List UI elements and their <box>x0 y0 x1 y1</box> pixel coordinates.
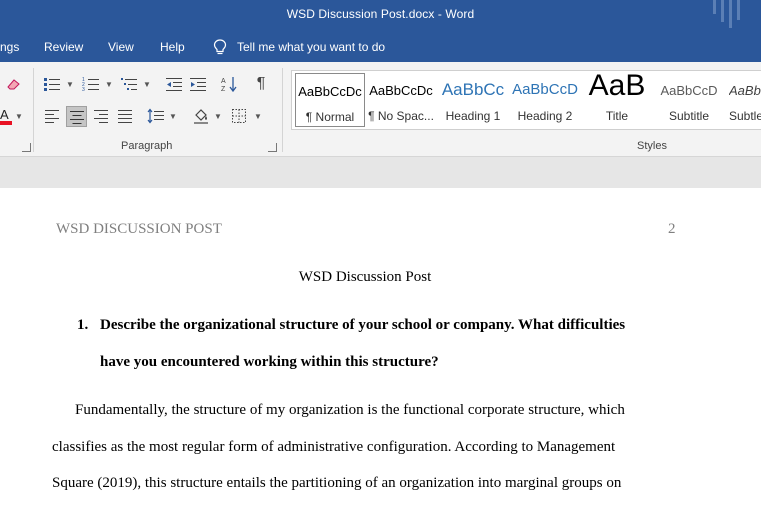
align-center-button[interactable] <box>66 106 87 127</box>
tell-me-text: Tell me what you want to do <box>237 40 386 54</box>
svg-text:3: 3 <box>82 87 85 92</box>
borders-icon <box>232 109 246 123</box>
body-text-line: classifies as the most regular form of a… <box>52 439 616 455</box>
style-no-spacing[interactable]: AaBbCcDc ¶ No Spac... <box>365 71 437 129</box>
borders-dropdown-icon[interactable]: ▼ <box>254 112 262 121</box>
style-name: Subtitle <box>668 109 710 123</box>
font-color-icon: A <box>0 107 12 125</box>
question-line: have you encountered working within this… <box>100 354 439 370</box>
style-subtle-emphasis[interactable]: AaBbCcl Subtle <box>725 71 761 129</box>
style-preview: AaBbCcD <box>512 81 578 98</box>
styles-group-label: Styles <box>637 140 667 152</box>
style-name: ¶ No Spac... <box>368 109 434 123</box>
title-bar: WSD Discussion Post.docx - Word <box>0 0 761 32</box>
sort-icon: A Z <box>221 77 237 93</box>
multilevel-dropdown-icon[interactable]: ▼ <box>143 80 151 89</box>
shading-button[interactable] <box>191 106 211 126</box>
font-color-button[interactable]: A <box>0 106 14 126</box>
align-left-icon <box>45 110 59 123</box>
group-separator <box>282 68 283 152</box>
paragraph-group-label: Paragraph <box>121 140 173 152</box>
align-right-button[interactable] <box>91 106 111 126</box>
tab-mailings[interactable]: ngs <box>0 40 19 54</box>
decrease-indent-icon <box>166 78 182 91</box>
clear-formatting-button[interactable] <box>4 74 24 94</box>
style-name: Subtle <box>729 109 761 123</box>
style-name: Heading 2 <box>517 109 573 123</box>
increase-indent-icon <box>190 78 206 91</box>
ribbon-tabs: ngs Review View Help Tell me what you wa… <box>0 32 761 62</box>
paragraph-dialog-launcher[interactable] <box>268 143 277 152</box>
lightbulb-icon <box>213 39 227 55</box>
ribbon: A ▼ ▼ 1 2 3 ▼ ▼ A Z ¶ ▼ ▼ ▼ Paragraph Aa… <box>0 62 761 157</box>
style-preview: AaB <box>588 71 646 102</box>
multilevel-list-icon <box>121 78 137 90</box>
tab-view[interactable]: View <box>108 40 134 54</box>
question-line: Describe the organizational structure of… <box>100 317 626 333</box>
style-subtitle[interactable]: AaBbCcD Subtitle <box>653 71 725 129</box>
style-preview: AaBbCc <box>441 80 505 99</box>
body-text-line: Fundamentally, the structure of my organ… <box>75 402 625 418</box>
running-header: WSD DISCUSSION POST <box>56 221 222 237</box>
tab-review[interactable]: Review <box>44 40 83 54</box>
shading-dropdown-icon[interactable]: ▼ <box>214 112 222 121</box>
style-name: ¶ Normal <box>305 110 355 124</box>
style-heading-1[interactable]: AaBbCc Heading 1 <box>437 71 509 129</box>
numbering-icon: 1 2 3 <box>82 77 99 92</box>
numbering-button[interactable]: 1 2 3 <box>81 74 101 94</box>
svg-text:Z: Z <box>221 86 226 93</box>
group-separator <box>33 68 34 152</box>
align-right-icon <box>94 110 108 123</box>
style-normal[interactable]: AaBbCcDc ¶ Normal <box>295 73 365 127</box>
style-name: Title <box>605 109 629 123</box>
tell-me-search[interactable]: Tell me what you want to do <box>213 39 385 55</box>
line-spacing-button[interactable] <box>146 106 166 126</box>
style-preview: AaBbCcl <box>729 83 761 98</box>
document-title: WSD Discussion Post <box>298 269 432 285</box>
style-preview: AaBbCcDc <box>298 84 362 99</box>
borders-button[interactable] <box>229 106 249 126</box>
question-number: 1. <box>77 317 89 333</box>
justify-icon <box>118 110 132 123</box>
bullets-icon <box>44 78 60 91</box>
justify-button[interactable] <box>115 106 135 126</box>
paint-bucket-icon <box>194 109 208 124</box>
multilevel-list-button[interactable] <box>119 74 139 94</box>
increase-indent-button[interactable] <box>188 74 208 94</box>
style-title[interactable]: AaB Title <box>581 71 653 129</box>
line-spacing-dropdown-icon[interactable]: ▼ <box>169 112 177 121</box>
show-hide-formatting-button[interactable]: ¶ <box>251 74 271 94</box>
page-number: 2 <box>668 221 676 237</box>
bullets-dropdown-icon[interactable]: ▼ <box>66 80 74 89</box>
style-name: Heading 1 <box>445 109 501 123</box>
window-title: WSD Discussion Post.docx - Word <box>286 7 475 21</box>
style-preview: AaBbCcDc <box>369 83 433 98</box>
line-spacing-icon <box>147 108 164 124</box>
align-left-button[interactable] <box>42 106 62 126</box>
document-page[interactable]: WSD DISCUSSION POST 2 WSD Discussion Pos… <box>0 188 761 508</box>
font-dialog-launcher[interactable] <box>22 143 31 152</box>
body-text-line: Square (2019), this structure entails th… <box>52 475 622 491</box>
pilcrow-icon: ¶ <box>256 75 266 92</box>
bullets-button[interactable] <box>42 74 62 94</box>
font-color-dropdown-icon[interactable]: ▼ <box>15 112 23 121</box>
styles-gallery: AaBbCcDc ¶ Normal AaBbCcDc ¶ No Spac... … <box>291 70 761 130</box>
ruler-area <box>0 157 761 188</box>
tab-help[interactable]: Help <box>160 40 185 54</box>
svg-text:A: A <box>221 78 226 85</box>
style-heading-2[interactable]: AaBbCcD Heading 2 <box>509 71 581 129</box>
decrease-indent-button[interactable] <box>164 74 184 94</box>
align-center-icon <box>69 110 84 124</box>
style-preview: AaBbCcD <box>660 83 718 98</box>
ribbon-display-decoration-icon <box>713 0 740 28</box>
numbering-dropdown-icon[interactable]: ▼ <box>105 80 113 89</box>
eraser-icon <box>7 79 20 90</box>
sort-button[interactable]: A Z <box>220 74 240 94</box>
svg-text:A: A <box>0 107 9 122</box>
